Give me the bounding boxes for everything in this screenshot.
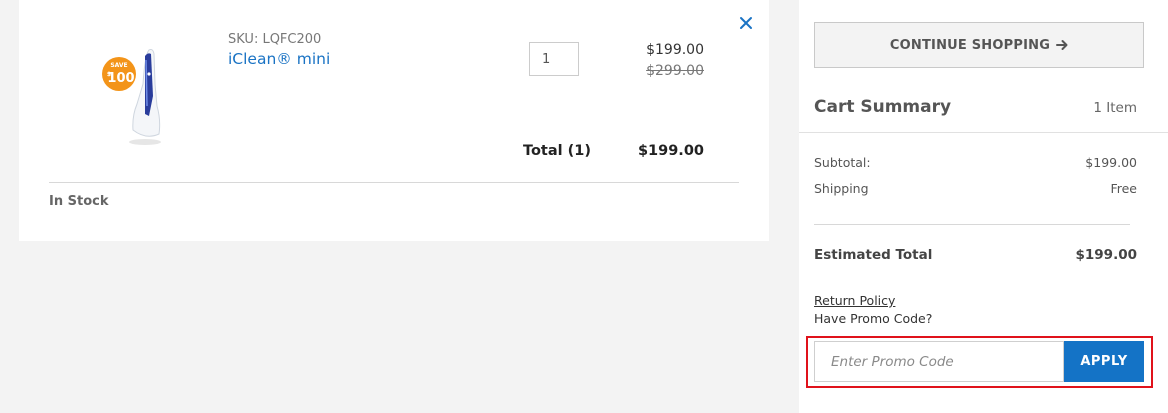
svg-text:100: 100 bbox=[107, 71, 134, 86]
product-name-link[interactable]: iClean® mini bbox=[228, 50, 330, 68]
continue-shopping-button[interactable]: CONTINUE SHOPPING bbox=[814, 22, 1144, 68]
cart-item-card: SAVE $ 100 SKU: LQFC200 iClean® mini $19… bbox=[19, 0, 769, 241]
save-badge: SAVE $ 100 bbox=[102, 57, 136, 91]
continue-shopping-label: CONTINUE SHOPPING bbox=[889, 37, 1051, 53]
remove-item-button[interactable] bbox=[735, 12, 757, 34]
subtotal-value: $199.00 bbox=[1085, 155, 1137, 170]
totals-divider bbox=[814, 224, 1130, 225]
item-total-value: $199.00 bbox=[637, 143, 704, 159]
item-total-label: Total (1) bbox=[522, 143, 591, 159]
close-icon bbox=[740, 17, 752, 29]
summary-item-count: 1 Item bbox=[1093, 100, 1137, 116]
summary-divider bbox=[799, 132, 1168, 133]
apply-promo-button[interactable]: APPLY bbox=[1064, 341, 1144, 382]
item-divider bbox=[49, 182, 739, 183]
stock-status: In Stock bbox=[49, 194, 109, 209]
shipping-label: Shipping bbox=[814, 181, 869, 196]
original-price: $299.00 bbox=[646, 63, 704, 79]
estimated-total-value: $199.00 bbox=[1075, 247, 1138, 263]
product-image[interactable]: SAVE $ 100 bbox=[99, 44, 171, 148]
summary-title: Cart Summary bbox=[814, 97, 952, 117]
svg-text:SAVE: SAVE bbox=[110, 62, 127, 69]
subtotal-label: Subtotal: bbox=[814, 155, 871, 170]
quantity-input[interactable] bbox=[529, 42, 579, 76]
product-sku: SKU: LQFC200 bbox=[228, 32, 322, 47]
promo-question: Have Promo Code? bbox=[814, 311, 933, 326]
cart-summary-panel: CONTINUE SHOPPING Cart Summary 1 Item Su… bbox=[799, 0, 1168, 413]
cart-page: SAVE $ 100 SKU: LQFC200 iClean® mini $19… bbox=[0, 0, 1168, 413]
promo-code-input[interactable] bbox=[814, 341, 1064, 382]
shipping-value: Free bbox=[1110, 181, 1137, 196]
estimated-total-label: Estimated Total bbox=[814, 247, 933, 263]
return-policy-link[interactable]: Return Policy bbox=[814, 293, 895, 308]
arrow-right-icon bbox=[1056, 40, 1068, 50]
current-price: $199.00 bbox=[646, 42, 704, 58]
